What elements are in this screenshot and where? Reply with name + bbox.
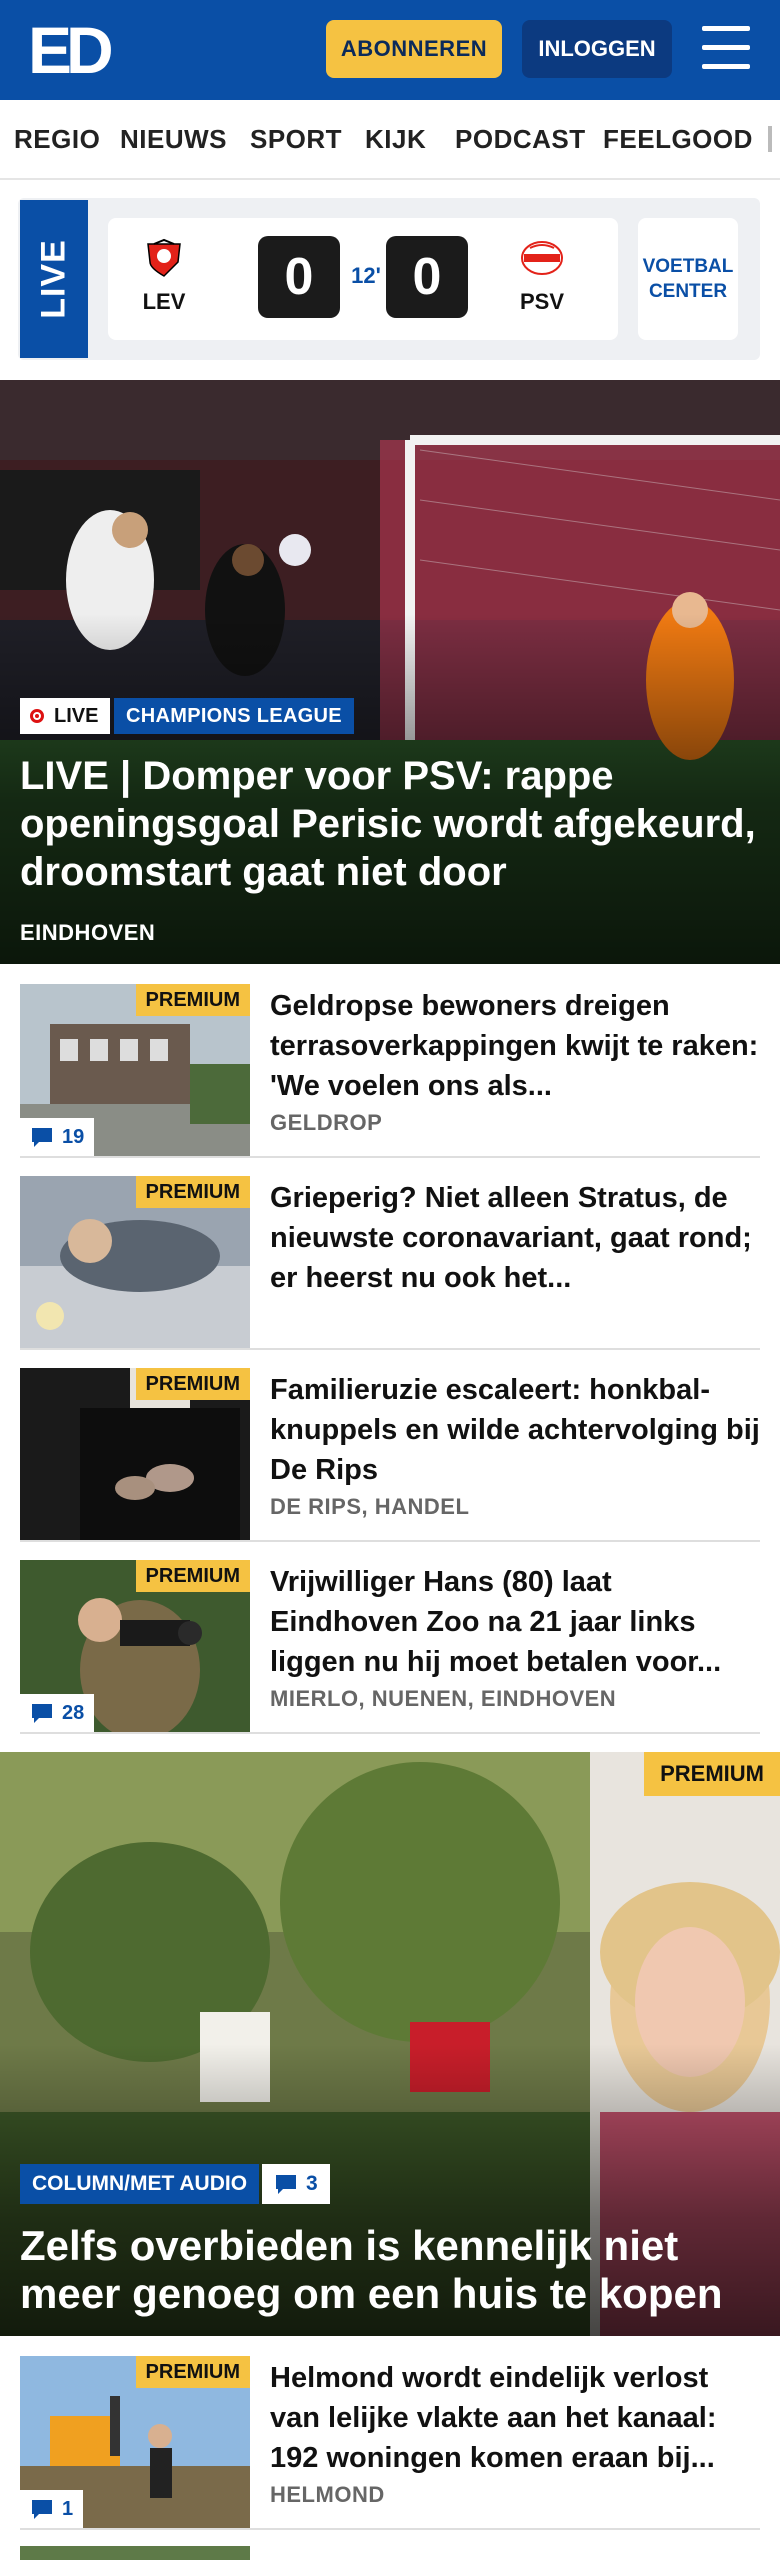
article-title[interactable]: Geldropse bewoners dreigen terrasoverkap… xyxy=(270,986,760,1106)
comment-icon xyxy=(276,2175,296,2194)
article-thumbnail: PREMIUM xyxy=(20,1176,250,1348)
next-article-thumbnail-peek xyxy=(20,2546,250,2560)
live-tab: LIVE xyxy=(20,200,88,358)
article-location: HELMOND xyxy=(270,2482,385,2507)
category-badge[interactable]: CHAMPIONS LEAGUE xyxy=(114,698,354,734)
premium-badge: PREMIUM xyxy=(135,984,250,1016)
feature-title[interactable]: Zelfs overbieden is kennelijk niet meer … xyxy=(20,2222,760,2318)
away-team-abbr: PSV xyxy=(519,289,565,314)
bayer-leverkusen-crest xyxy=(147,238,181,277)
voetbal-center-line2: CENTER xyxy=(648,281,728,302)
psv-crest xyxy=(521,241,563,275)
hero-location: EINDHOVEN xyxy=(20,920,156,945)
comment-count[interactable]: 28 xyxy=(20,1694,95,1732)
comment-count[interactable]: 3 xyxy=(262,2164,330,2204)
home-team: LEV xyxy=(124,238,204,315)
comment-count[interactable]: 19 xyxy=(20,1118,95,1156)
article-title[interactable]: Grieperig? Niet alleen Stratus, de nieuw… xyxy=(270,1178,760,1298)
hero-article[interactable]: LIVE CHAMPIONS LEAGUE LIVE | Domper voor… xyxy=(0,380,780,964)
article-location: MIERLO, NUENEN, EINDHOVEN xyxy=(270,1686,617,1711)
nav-item-nieuws[interactable]: NIEUWS xyxy=(120,124,227,155)
live-tab-label: LIVE xyxy=(34,239,73,319)
voetbal-center-button[interactable]: VOETBAL CENTER xyxy=(638,218,738,340)
premium-badge: PREMIUM xyxy=(135,2356,250,2388)
nav-item-sport[interactable]: SPORT xyxy=(250,124,342,155)
nav-overflow-indicator xyxy=(768,126,772,152)
subscribe-button[interactable]: ABONNEREN xyxy=(326,20,502,78)
article-location: GELDROP xyxy=(270,1110,383,1135)
comment-count-value: 19 xyxy=(62,1125,85,1148)
article-thumbnail: PREMIUM 19 xyxy=(20,984,250,1156)
home-team-abbr: LEV xyxy=(142,289,186,314)
comment-icon xyxy=(32,1704,52,1723)
premium-badge: PREMIUM xyxy=(644,1752,780,1796)
feature-article[interactable]: PREMIUM COLUMN/MET AUDIO 3 Zelfs overbie… xyxy=(0,1752,780,2336)
voetbal-center-line1: VOETBAL xyxy=(642,256,734,277)
nav-item-podcast[interactable]: PODCAST xyxy=(455,124,586,155)
article-thumbnail: PREMIUM xyxy=(20,1368,250,1540)
article-title[interactable]: Vrijwilliger Hans (80) laat Eindhoven Zo… xyxy=(270,1562,760,1682)
away-score: 0 xyxy=(386,236,468,318)
article-item[interactable]: PREMIUM Grieperig? Niet alleen Stratus, … xyxy=(20,1158,760,1350)
site-logo[interactable]: ED xyxy=(28,17,116,83)
article-thumbnail: PREMIUM 28 xyxy=(20,1560,250,1732)
article-location: DE RIPS, HANDEL xyxy=(270,1494,470,1519)
premium-badge: PREMIUM xyxy=(135,1176,250,1208)
hamburger-menu-icon[interactable] xyxy=(702,26,750,70)
login-button[interactable]: INLOGGEN xyxy=(522,20,672,78)
comment-count[interactable]: 1 xyxy=(20,2490,84,2528)
article-thumbnail: PREMIUM 1 xyxy=(20,2356,250,2528)
comment-icon xyxy=(32,1128,52,1147)
top-header: ED ABONNEREN INLOGGEN xyxy=(0,0,780,100)
article-item[interactable]: PREMIUM Familieruzie escaleert: honkbal-… xyxy=(20,1350,760,1542)
category-badge[interactable]: COLUMN/MET AUDIO xyxy=(20,2164,260,2204)
article-title[interactable]: Familieruzie escaleert: honkbal-knuppels… xyxy=(270,1370,760,1490)
premium-badge: PREMIUM xyxy=(135,1560,250,1592)
nav-item-feelgood[interactable]: FEELGOOD xyxy=(603,124,753,155)
article-item[interactable]: PREMIUM 28 Vrijwilliger Hans (80) laat E… xyxy=(20,1542,760,1734)
section-nav: REGIO NIEUWS SPORT KIJK PODCAST FEELGOOD xyxy=(0,100,780,180)
comment-count-value: 28 xyxy=(62,1701,85,1724)
hero-title[interactable]: LIVE | Domper voor PSV: rappe openingsgo… xyxy=(20,752,770,896)
comment-count-value: 3 xyxy=(306,2172,318,2195)
comment-count-value: 1 xyxy=(62,2497,74,2520)
article-item[interactable]: PREMIUM 1 Helmond wordt eindelijk verlos… xyxy=(20,2338,760,2530)
match-minute: 12' xyxy=(351,263,381,288)
score-card[interactable]: LEV 0 12' 0 PSV xyxy=(108,218,618,340)
nav-item-regio[interactable]: REGIO xyxy=(14,124,100,155)
premium-badge: PREMIUM xyxy=(135,1368,250,1400)
article-item[interactable]: PREMIUM 19 Geldropse bewoners dreigen te… xyxy=(20,966,760,1158)
article-title[interactable]: Helmond wordt eindelijk verlost van leli… xyxy=(270,2358,760,2478)
home-score: 0 xyxy=(258,236,340,318)
nav-item-kijk[interactable]: KIJK xyxy=(365,124,426,155)
away-team: PSV xyxy=(502,238,582,315)
live-badge: LIVE xyxy=(20,698,111,734)
live-dot-icon xyxy=(30,709,44,723)
comment-icon xyxy=(32,2500,52,2519)
live-badge-label: LIVE xyxy=(54,704,99,727)
live-score-widget[interactable]: LIVE LEV 0 12' 0 PSV VOETBAL CENTER xyxy=(18,198,760,360)
